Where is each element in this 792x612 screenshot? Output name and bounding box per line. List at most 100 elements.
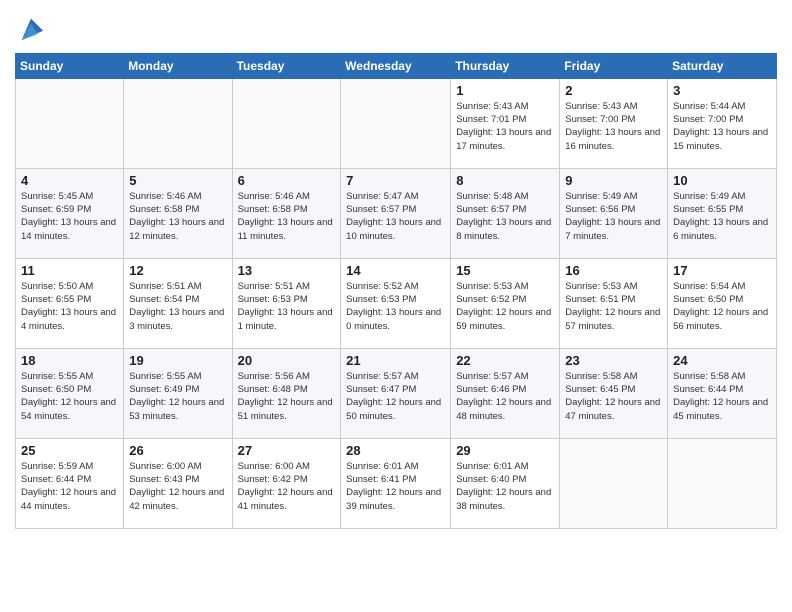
day-number: 11	[21, 263, 118, 278]
day-info: Sunrise: 5:43 AM Sunset: 7:00 PM Dayligh…	[565, 100, 662, 153]
calendar-week-3: 11 Sunrise: 5:50 AM Sunset: 6:55 PM Dayli…	[16, 258, 777, 348]
calendar-cell: 26 Sunrise: 6:00 AM Sunset: 6:43 PM Dayli…	[124, 438, 232, 528]
day-number: 18	[21, 353, 118, 368]
day-number: 5	[129, 173, 226, 188]
calendar-cell: 15Sunrise: 5:53 AM Sunset: 6:52 PM Dayli…	[451, 258, 560, 348]
header-day-wednesday: Wednesday	[341, 53, 451, 78]
day-info: Sunrise: 5:55 AM Sunset: 6:49 PM Dayligh…	[129, 370, 226, 423]
day-number: 24	[673, 353, 771, 368]
calendar-week-5: 25 Sunrise: 5:59 AM Sunset: 6:44 PM Dayli…	[16, 438, 777, 528]
day-info: Sunrise: 5:49 AM Sunset: 6:55 PM Dayligh…	[673, 190, 771, 243]
header-day-tuesday: Tuesday	[232, 53, 341, 78]
day-number: 13	[238, 263, 336, 278]
logo	[15, 14, 45, 47]
calendar-cell: 23Sunrise: 5:58 AM Sunset: 6:45 PM Dayli…	[560, 348, 668, 438]
calendar-cell: 1 Sunrise: 5:43 AM Sunset: 7:01 PM Daylig…	[451, 78, 560, 168]
day-number: 27	[238, 443, 336, 458]
day-number: 21	[346, 353, 445, 368]
day-info: Sunrise: 6:01 AM Sunset: 6:41 PM Dayligh…	[346, 460, 445, 513]
calendar-cell: 11 Sunrise: 5:50 AM Sunset: 6:55 PM Dayli…	[16, 258, 124, 348]
logo-icon	[17, 14, 45, 42]
calendar-cell	[668, 438, 777, 528]
day-info: Sunrise: 5:49 AM Sunset: 6:56 PM Dayligh…	[565, 190, 662, 243]
day-number: 7	[346, 173, 445, 188]
day-number: 6	[238, 173, 336, 188]
calendar-cell: 3 Sunrise: 5:44 AM Sunset: 7:00 PM Daylig…	[668, 78, 777, 168]
day-number: 10	[673, 173, 771, 188]
day-number: 17	[673, 263, 771, 278]
calendar-cell: 18 Sunrise: 5:55 AM Sunset: 6:50 PM Dayli…	[16, 348, 124, 438]
calendar-week-2: 4 Sunrise: 5:45 AM Sunset: 6:59 PM Daylig…	[16, 168, 777, 258]
calendar-header-row: SundayMondayTuesdayWednesdayThursdayFrid…	[16, 53, 777, 78]
day-number: 28	[346, 443, 445, 458]
header	[15, 10, 777, 47]
header-day-sunday: Sunday	[16, 53, 124, 78]
day-info: Sunrise: 5:56 AM Sunset: 6:48 PM Dayligh…	[238, 370, 336, 423]
header-day-thursday: Thursday	[451, 53, 560, 78]
day-number: 2	[565, 83, 662, 98]
calendar-cell: 7 Sunrise: 5:47 AM Sunset: 6:57 PM Daylig…	[341, 168, 451, 258]
day-info: Sunrise: 5:51 AM Sunset: 6:53 PM Dayligh…	[238, 280, 336, 333]
calendar-cell	[232, 78, 341, 168]
calendar-cell	[341, 78, 451, 168]
day-info: Sunrise: 5:47 AM Sunset: 6:57 PM Dayligh…	[346, 190, 445, 243]
calendar-cell: 25 Sunrise: 5:59 AM Sunset: 6:44 PM Dayli…	[16, 438, 124, 528]
calendar-cell	[560, 438, 668, 528]
header-day-monday: Monday	[124, 53, 232, 78]
calendar-cell: 10 Sunrise: 5:49 AM Sunset: 6:55 PM Dayli…	[668, 168, 777, 258]
day-info: Sunrise: 5:58 AM Sunset: 6:44 PM Dayligh…	[673, 370, 771, 423]
day-info: Sunrise: 6:00 AM Sunset: 6:43 PM Dayligh…	[129, 460, 226, 513]
calendar-cell: 4 Sunrise: 5:45 AM Sunset: 6:59 PM Daylig…	[16, 168, 124, 258]
calendar-cell: 28 Sunrise: 6:01 AM Sunset: 6:41 PM Dayli…	[341, 438, 451, 528]
day-info: Sunrise: 5:53 AM Sunset: 6:51 PM Dayligh…	[565, 280, 662, 333]
day-number: 14	[346, 263, 445, 278]
day-info: Sunrise: 5:44 AM Sunset: 7:00 PM Dayligh…	[673, 100, 771, 153]
day-info: Sunrise: 5:52 AM Sunset: 6:53 PM Dayligh…	[346, 280, 445, 333]
calendar-cell	[124, 78, 232, 168]
day-number: 9	[565, 173, 662, 188]
calendar-cell: 5 Sunrise: 5:46 AM Sunset: 6:58 PM Daylig…	[124, 168, 232, 258]
day-info: Sunrise: 5:50 AM Sunset: 6:55 PM Dayligh…	[21, 280, 118, 333]
day-info: Sunrise: 5:57 AM Sunset: 6:46 PM Dayligh…	[456, 370, 554, 423]
calendar-week-4: 18 Sunrise: 5:55 AM Sunset: 6:50 PM Dayli…	[16, 348, 777, 438]
day-info: Sunrise: 5:54 AM Sunset: 6:50 PM Dayligh…	[673, 280, 771, 333]
day-number: 8	[456, 173, 554, 188]
day-info: Sunrise: 6:00 AM Sunset: 6:42 PM Dayligh…	[238, 460, 336, 513]
calendar-cell: 9 Sunrise: 5:49 AM Sunset: 6:56 PM Daylig…	[560, 168, 668, 258]
calendar-cell: 22 Sunrise: 5:57 AM Sunset: 6:46 PM Dayli…	[451, 348, 560, 438]
calendar-cell: 29Sunrise: 6:01 AM Sunset: 6:40 PM Dayli…	[451, 438, 560, 528]
day-info: Sunrise: 5:45 AM Sunset: 6:59 PM Dayligh…	[21, 190, 118, 243]
day-number: 20	[238, 353, 336, 368]
day-info: Sunrise: 5:59 AM Sunset: 6:44 PM Dayligh…	[21, 460, 118, 513]
calendar-cell: 24 Sunrise: 5:58 AM Sunset: 6:44 PM Dayli…	[668, 348, 777, 438]
day-number: 26	[129, 443, 226, 458]
calendar-cell: 20 Sunrise: 5:56 AM Sunset: 6:48 PM Dayli…	[232, 348, 341, 438]
calendar-cell: 17 Sunrise: 5:54 AM Sunset: 6:50 PM Dayli…	[668, 258, 777, 348]
calendar-cell: 27 Sunrise: 6:00 AM Sunset: 6:42 PM Dayli…	[232, 438, 341, 528]
calendar-cell: 21Sunrise: 5:57 AM Sunset: 6:47 PM Dayli…	[341, 348, 451, 438]
calendar-cell: 8 Sunrise: 5:48 AM Sunset: 6:57 PM Daylig…	[451, 168, 560, 258]
day-number: 19	[129, 353, 226, 368]
day-number: 1	[456, 83, 554, 98]
calendar-cell: 6Sunrise: 5:46 AM Sunset: 6:58 PM Daylig…	[232, 168, 341, 258]
day-number: 4	[21, 173, 118, 188]
header-day-friday: Friday	[560, 53, 668, 78]
day-info: Sunrise: 5:51 AM Sunset: 6:54 PM Dayligh…	[129, 280, 226, 333]
day-info: Sunrise: 5:46 AM Sunset: 6:58 PM Dayligh…	[129, 190, 226, 243]
day-info: Sunrise: 5:58 AM Sunset: 6:45 PM Dayligh…	[565, 370, 662, 423]
calendar-table: SundayMondayTuesdayWednesdayThursdayFrid…	[15, 53, 777, 529]
day-number: 22	[456, 353, 554, 368]
calendar-cell: 14 Sunrise: 5:52 AM Sunset: 6:53 PM Dayli…	[341, 258, 451, 348]
calendar-week-1: 1 Sunrise: 5:43 AM Sunset: 7:01 PM Daylig…	[16, 78, 777, 168]
day-number: 3	[673, 83, 771, 98]
header-day-saturday: Saturday	[668, 53, 777, 78]
calendar-cell: 13 Sunrise: 5:51 AM Sunset: 6:53 PM Dayli…	[232, 258, 341, 348]
day-info: Sunrise: 5:55 AM Sunset: 6:50 PM Dayligh…	[21, 370, 118, 423]
calendar-cell: 2 Sunrise: 5:43 AM Sunset: 7:00 PM Daylig…	[560, 78, 668, 168]
day-number: 25	[21, 443, 118, 458]
calendar-cell: 12Sunrise: 5:51 AM Sunset: 6:54 PM Dayli…	[124, 258, 232, 348]
day-info: Sunrise: 5:53 AM Sunset: 6:52 PM Dayligh…	[456, 280, 554, 333]
day-info: Sunrise: 5:48 AM Sunset: 6:57 PM Dayligh…	[456, 190, 554, 243]
day-info: Sunrise: 5:43 AM Sunset: 7:01 PM Dayligh…	[456, 100, 554, 153]
calendar-cell: 16Sunrise: 5:53 AM Sunset: 6:51 PM Dayli…	[560, 258, 668, 348]
